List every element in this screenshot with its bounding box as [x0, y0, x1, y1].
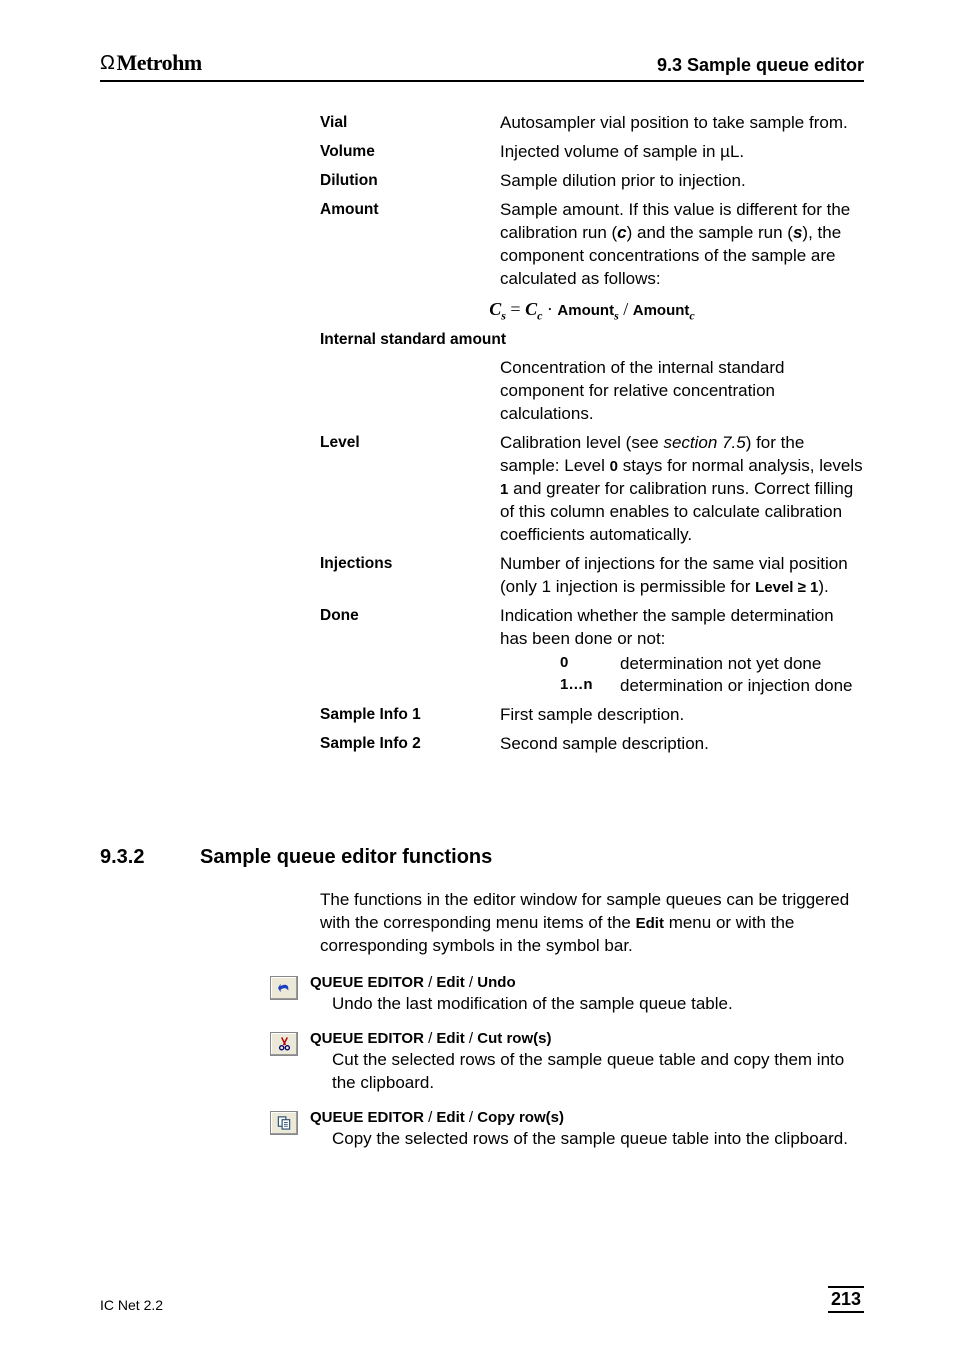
- section-9-3-2-heading: 9.3.2 Sample queue editor functions: [100, 846, 864, 869]
- def-desc-sample1: First sample description.: [500, 704, 864, 727]
- def-term-volume: Volume: [320, 141, 500, 164]
- page-header: ΩMetrohm 9.3 Sample queue editor: [100, 50, 864, 82]
- def-term-sample1: Sample Info 1: [320, 704, 500, 727]
- page-footer: IC Net 2.2 213: [100, 1286, 864, 1313]
- formula-row: Cs = Cc · Amounts / Amountc: [320, 297, 864, 324]
- brand-omega-icon: Ω: [100, 52, 114, 75]
- cut-icon: [270, 1032, 298, 1056]
- func-undo-path: QUEUE EDITOR / Edit / Undo: [310, 974, 864, 991]
- section-title: Sample queue editor functions: [200, 846, 492, 869]
- def-term-amount: Amount: [320, 199, 500, 291]
- brand-logo: ΩMetrohm: [100, 50, 202, 76]
- section-number: 9.3.2: [100, 846, 200, 869]
- def-desc-volume: Injected volume of sample in µL.: [500, 141, 864, 164]
- header-section-title: 9.3 Sample queue editor: [657, 55, 864, 76]
- section-9-3-2-intro: The functions in the editor window for s…: [320, 889, 864, 958]
- undo-icon: [270, 976, 298, 1000]
- definitions-block: Vial Autosampler vial position to take s…: [320, 112, 864, 756]
- func-cut: QUEUE EDITOR / Edit / Cut row(s) Cut the…: [100, 1030, 864, 1095]
- def-term-done: Done: [320, 605, 500, 699]
- func-copy-desc: Copy the selected rows of the sample que…: [332, 1128, 864, 1151]
- def-desc-vial: Autosampler vial position to take sample…: [500, 112, 864, 135]
- func-undo-desc: Undo the last modification of the sample…: [332, 993, 864, 1016]
- func-copy-path: QUEUE EDITOR / Edit / Copy row(s): [310, 1109, 864, 1126]
- def-term-dilution: Dilution: [320, 170, 500, 193]
- func-undo: QUEUE EDITOR / Edit / Undo Undo the last…: [100, 974, 864, 1016]
- def-term-internal-std: Internal standard amount: [320, 329, 550, 351]
- def-desc-injections: Number of injections for the same vial p…: [500, 553, 864, 599]
- brand-text: Metrohm: [116, 50, 201, 76]
- def-desc-done: Indication whether the sample determinat…: [500, 605, 864, 699]
- func-cut-path: QUEUE EDITOR / Edit / Cut row(s): [310, 1030, 864, 1047]
- def-term-vial: Vial: [320, 112, 500, 135]
- def-term-injections: Injections: [320, 553, 500, 599]
- def-desc-level: Calibration level (see section 7.5) for …: [500, 432, 864, 547]
- def-desc-internal-std: Concentration of the internal standard c…: [500, 357, 864, 426]
- func-cut-desc: Cut the selected rows of the sample queu…: [332, 1049, 864, 1095]
- def-term-sample2: Sample Info 2: [320, 733, 500, 756]
- def-desc-dilution: Sample dilution prior to injection.: [500, 170, 864, 193]
- def-desc-amount: Sample amount. If this value is differen…: [500, 199, 864, 291]
- def-desc-sample2: Second sample description.: [500, 733, 864, 756]
- page-number: 213: [828, 1286, 864, 1313]
- footer-left: IC Net 2.2: [100, 1297, 163, 1313]
- func-copy: QUEUE EDITOR / Edit / Copy row(s) Copy t…: [100, 1109, 864, 1151]
- def-term-level: Level: [320, 432, 500, 547]
- copy-icon: [270, 1111, 298, 1135]
